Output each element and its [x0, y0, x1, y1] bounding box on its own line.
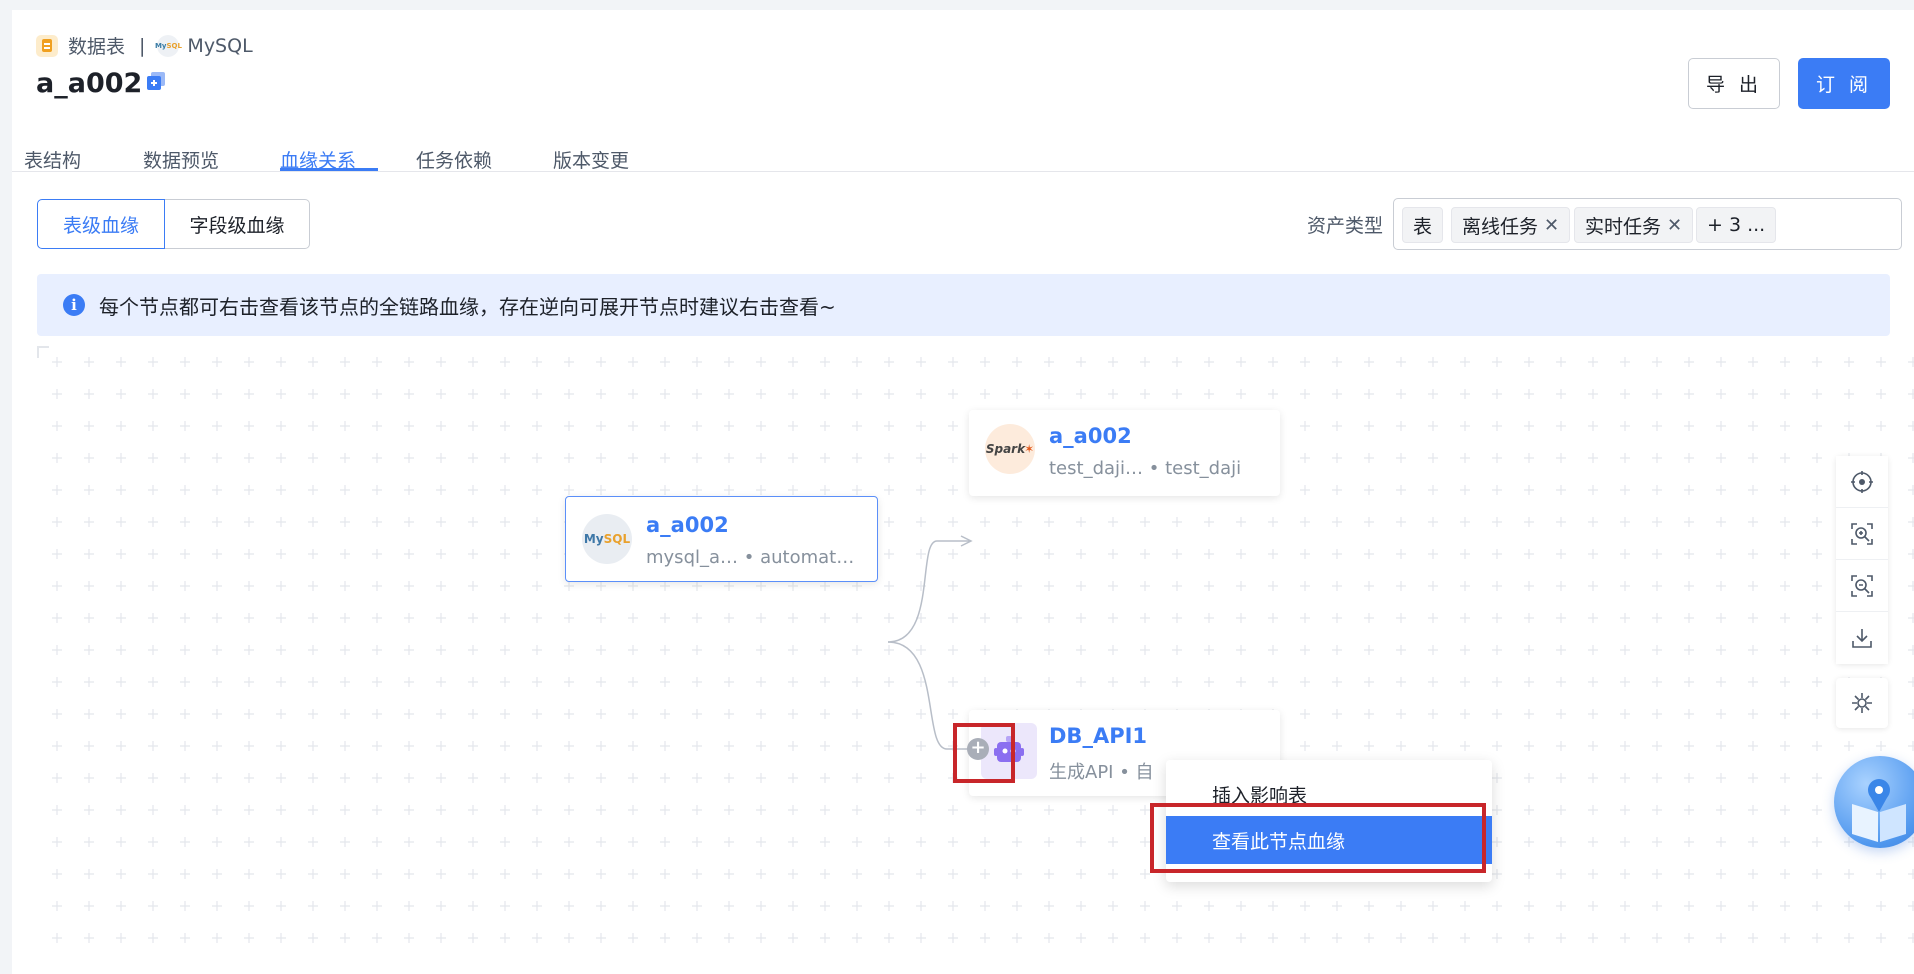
node-subtitle: mysql_a… • automat… [646, 547, 855, 568]
asset-chip-realtime-task: 实时任务 ✕ [1574, 207, 1694, 243]
edge-to-spark [887, 540, 970, 643]
node-subtitle: 生成API • 自 [1049, 762, 1154, 783]
table-level-lineage-option[interactable]: 表级血缘 [37, 199, 165, 249]
zoom-out-icon[interactable] [1836, 560, 1888, 612]
download-icon[interactable] [1836, 612, 1888, 664]
field-level-lineage-option[interactable]: 字段级血缘 [165, 199, 310, 249]
subscribe-button[interactable]: 订 阅 [1798, 58, 1890, 109]
table-doc-icon [36, 34, 58, 57]
asset-type-label: 资产类型 [1307, 215, 1384, 237]
spark-task-node[interactable]: Spark ✶ a_a002 test_daji… • test_daji [969, 410, 1280, 496]
node-name: a_a002 [646, 513, 729, 537]
mysql-icon: My SQL [582, 514, 632, 564]
asset-chip-table: 表 [1402, 207, 1444, 243]
settings-icon[interactable] [1836, 678, 1888, 728]
export-button[interactable]: 导 出 [1688, 58, 1780, 109]
mysql-logo-text: SQL [603, 532, 631, 546]
lineage-level-toggle: 表级血缘 字段级血缘 [37, 199, 310, 249]
spark-icon: Spark ✶ [985, 424, 1035, 474]
page-title: a_a002 [36, 68, 143, 99]
tab-schema[interactable]: 表结构 [24, 146, 81, 173]
asset-type-select[interactable]: 表 离线任务 ✕ 实时任务 ✕ + 3 ... [1393, 198, 1902, 250]
chip-label: 表 [1413, 215, 1433, 238]
chip-label: 离线任务 [1462, 215, 1539, 238]
locate-icon[interactable] [1836, 456, 1888, 508]
node-name: DB_API1 [1049, 724, 1148, 748]
highlight-box-expand [953, 723, 1015, 783]
info-icon: i [63, 294, 85, 316]
source-table-node[interactable]: My SQL a_a002 mysql_a… • automat… [565, 496, 878, 582]
highlight-box-menu [1150, 803, 1486, 873]
tab-bar: 表结构 数据预览 血缘关系 任务依赖 版本变更 [12, 128, 1914, 172]
lineage-canvas[interactable]: My SQL a_a002 mysql_a… • automat… Spark ✶ … [37, 346, 1914, 964]
tab-task-dependency[interactable]: 任务依赖 [416, 146, 492, 173]
chip-label: + 3 ... [1707, 214, 1766, 236]
asset-chip-offline-task: 离线任务 ✕ [1451, 207, 1571, 243]
tab-data-preview[interactable]: 数据预览 [143, 146, 219, 173]
breadcrumb-separator: | [139, 34, 146, 57]
zoom-in-icon[interactable] [1836, 508, 1888, 560]
tab-version-change[interactable]: 版本变更 [553, 146, 629, 173]
mysql-logo-text: My [583, 532, 604, 546]
copy-icon[interactable] [146, 71, 166, 91]
close-icon[interactable]: ✕ [1667, 215, 1682, 236]
info-text: 每个节点都可右击查看该节点的全链路血缘，存在逆向可展开节点时建议右击查看~ [99, 294, 836, 319]
node-name: a_a002 [1049, 424, 1132, 448]
breadcrumb-type[interactable]: 数据表 [68, 32, 125, 59]
lineage-page: 数据表 | My SQL MySQL a_a002 导 出 订 阅 表结构 数据预… [12, 10, 1914, 974]
active-tab-indicator [280, 168, 378, 171]
spark-star-icon: ✶ [1024, 442, 1035, 456]
node-subtitle: test_daji… • test_daji [1049, 458, 1242, 479]
spark-logo-text: Spark [985, 442, 1026, 456]
mysql-icon: My SQL [155, 34, 182, 57]
asset-chip-more[interactable]: + 3 ... [1696, 207, 1777, 243]
close-icon[interactable]: ✕ [1544, 215, 1559, 236]
chip-label: 实时任务 [1585, 215, 1662, 238]
breadcrumb: 数据表 | My SQL MySQL [36, 32, 253, 59]
info-banner: i 每个节点都可右击查看该节点的全链路血缘，存在逆向可展开节点时建议右击查看~ [37, 274, 1890, 336]
canvas-toolbar [1836, 456, 1888, 728]
breadcrumb-db[interactable]: MySQL [187, 35, 252, 57]
